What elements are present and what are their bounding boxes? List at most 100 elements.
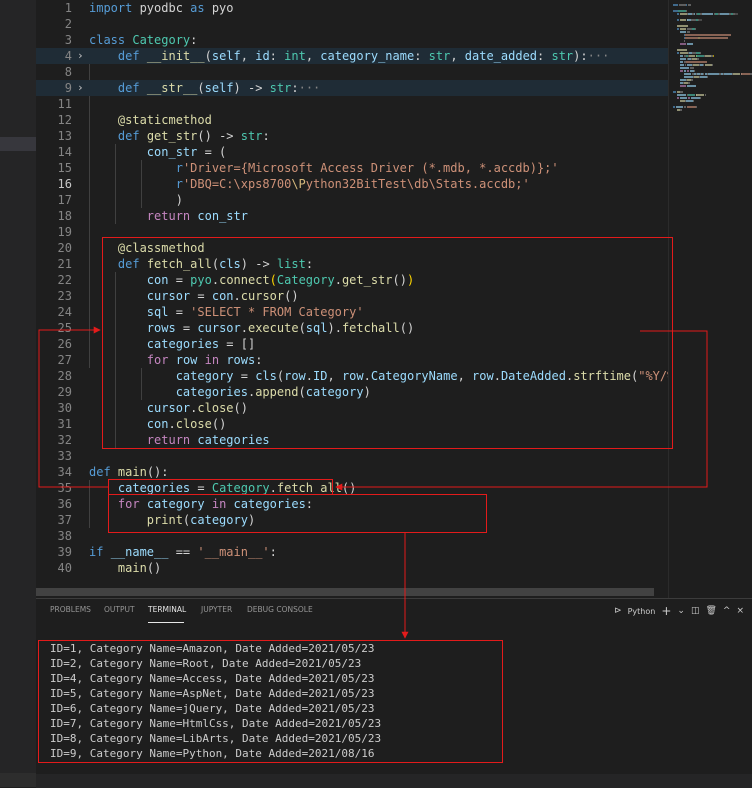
minimap-token bbox=[694, 28, 696, 30]
line-number: 32 bbox=[57, 433, 72, 447]
code-token: def bbox=[89, 465, 111, 479]
line-number: 2 bbox=[64, 17, 72, 31]
code-token: ) bbox=[89, 193, 183, 207]
code-token: __str__ bbox=[146, 81, 198, 95]
code-line[interactable]: 40 main() bbox=[36, 560, 668, 576]
minimap[interactable] bbox=[668, 0, 752, 598]
code-token: str bbox=[269, 81, 292, 95]
sidebar-selected-item[interactable] bbox=[0, 137, 36, 151]
minimap-token bbox=[711, 64, 714, 66]
minimap-token bbox=[673, 10, 678, 12]
code-token: () bbox=[341, 481, 357, 495]
minimap-token bbox=[683, 70, 687, 72]
annotation-box-fetch-all bbox=[102, 237, 673, 449]
code-line[interactable]: 14 con_str = ( bbox=[36, 144, 668, 160]
tab-debug-console[interactable]: DEBUG CONSOLE bbox=[247, 605, 313, 614]
code-line[interactable]: 1 import pyodbc as pyo bbox=[36, 0, 668, 16]
code-token: ython32BitTest\db\Stats.accdb;' bbox=[305, 177, 530, 191]
minimap-token bbox=[691, 79, 693, 81]
tab-problems[interactable]: PROBLEMS bbox=[50, 605, 91, 614]
code-token: def bbox=[117, 81, 140, 95]
minimap-token bbox=[676, 25, 689, 27]
code-token: = ( bbox=[197, 145, 227, 159]
fold-chevron-icon[interactable]: › bbox=[77, 48, 84, 64]
line-number: 3 bbox=[64, 33, 72, 47]
minimap-token bbox=[683, 40, 685, 42]
horizontal-scrollbar[interactable] bbox=[36, 588, 654, 596]
fold-chevron-icon[interactable]: › bbox=[77, 80, 84, 96]
line-number: 22 bbox=[57, 273, 72, 287]
line-number: 40 bbox=[57, 561, 72, 575]
code-line[interactable]: 18 return con_str bbox=[36, 208, 668, 224]
code-text: import pyodbc as pyo bbox=[89, 0, 234, 16]
minimap-token bbox=[676, 52, 680, 54]
code-token: pyo bbox=[204, 1, 234, 15]
minimap-token bbox=[687, 70, 690, 72]
minimap-token bbox=[688, 82, 691, 84]
code-line[interactable]: 4 › def __init__(self, id: int, category_… bbox=[36, 48, 668, 64]
line-number: 11 bbox=[57, 97, 72, 111]
minimap-token bbox=[673, 4, 679, 6]
chevron-up-icon[interactable]: ^ bbox=[723, 606, 731, 616]
code-text: def __str__(self) -> str:··· bbox=[89, 80, 320, 96]
code-text: con_str = ( bbox=[89, 144, 226, 160]
code-line[interactable]: 12 @staticmethod bbox=[36, 112, 668, 128]
terminal-icon[interactable]: ⊳ bbox=[614, 606, 622, 616]
minimap-token bbox=[680, 43, 686, 45]
code-line[interactable]: 33 bbox=[36, 448, 668, 464]
code-line[interactable]: 15 r'Driver={Microsoft Access Driver (*.… bbox=[36, 160, 668, 176]
code-text: def __init__(self, id: int, category_nam… bbox=[89, 48, 609, 64]
code-text: if __name__ == '__main__': bbox=[89, 544, 277, 560]
code-token: r bbox=[175, 177, 183, 191]
code-text: class Category: bbox=[89, 32, 197, 48]
minimap-token bbox=[688, 94, 696, 96]
code-line[interactable]: 13 def get_str() -> str: bbox=[36, 128, 668, 144]
minimap-token bbox=[696, 94, 705, 96]
code-line[interactable]: 17 ) bbox=[36, 192, 668, 208]
chevron-down-icon[interactable]: ⌄ bbox=[677, 606, 685, 616]
split-icon[interactable]: ◫ bbox=[691, 606, 700, 616]
sidebar-strip bbox=[0, 0, 36, 787]
code-line[interactable]: 8 bbox=[36, 64, 668, 80]
shell-label[interactable]: Python bbox=[628, 607, 656, 616]
minimap-token bbox=[685, 10, 687, 12]
code-token: : bbox=[537, 49, 552, 63]
line-number: 30 bbox=[57, 401, 72, 415]
code-line[interactable]: 2 bbox=[36, 16, 668, 32]
minimap-token bbox=[683, 73, 691, 75]
code-token: : bbox=[262, 129, 270, 143]
code-line[interactable]: 9 › def __str__(self) -> str:··· bbox=[36, 80, 668, 96]
tab-output[interactable]: OUTPUT bbox=[104, 605, 135, 614]
minimap-token bbox=[688, 97, 691, 99]
code-token: return bbox=[146, 209, 191, 223]
line-number: 36 bbox=[57, 497, 72, 511]
tab-terminal[interactable]: TERMINAL bbox=[148, 605, 186, 614]
line-number: 31 bbox=[57, 417, 72, 431]
minimap-token bbox=[676, 94, 686, 96]
minimap-token bbox=[684, 34, 732, 36]
minimap-token bbox=[680, 97, 688, 99]
code-token: ( bbox=[204, 49, 212, 63]
close-icon[interactable]: × bbox=[736, 606, 744, 616]
line-number: 4 bbox=[64, 49, 72, 63]
code-line[interactable]: 16 r'DBQ=C:\xps8700\Python32BitTest\db\S… bbox=[36, 176, 668, 192]
code-token: , bbox=[305, 49, 321, 63]
code-line[interactable]: 34 def main(): bbox=[36, 464, 668, 480]
code-line[interactable]: 39 if __name__ == '__main__': bbox=[36, 544, 668, 560]
code-line[interactable]: 3 class Category: bbox=[36, 32, 668, 48]
tab-jupyter[interactable]: JUPYTER bbox=[201, 605, 232, 614]
code-token: if bbox=[89, 545, 104, 559]
plus-icon[interactable]: + bbox=[661, 604, 671, 618]
code-line[interactable]: 11 bbox=[36, 96, 668, 112]
minimap-token bbox=[675, 106, 683, 108]
active-tab-indicator bbox=[148, 622, 184, 623]
minimap-token bbox=[719, 13, 729, 15]
code-token: main bbox=[117, 561, 147, 575]
trash-icon[interactable]: 🗑 bbox=[705, 606, 716, 616]
